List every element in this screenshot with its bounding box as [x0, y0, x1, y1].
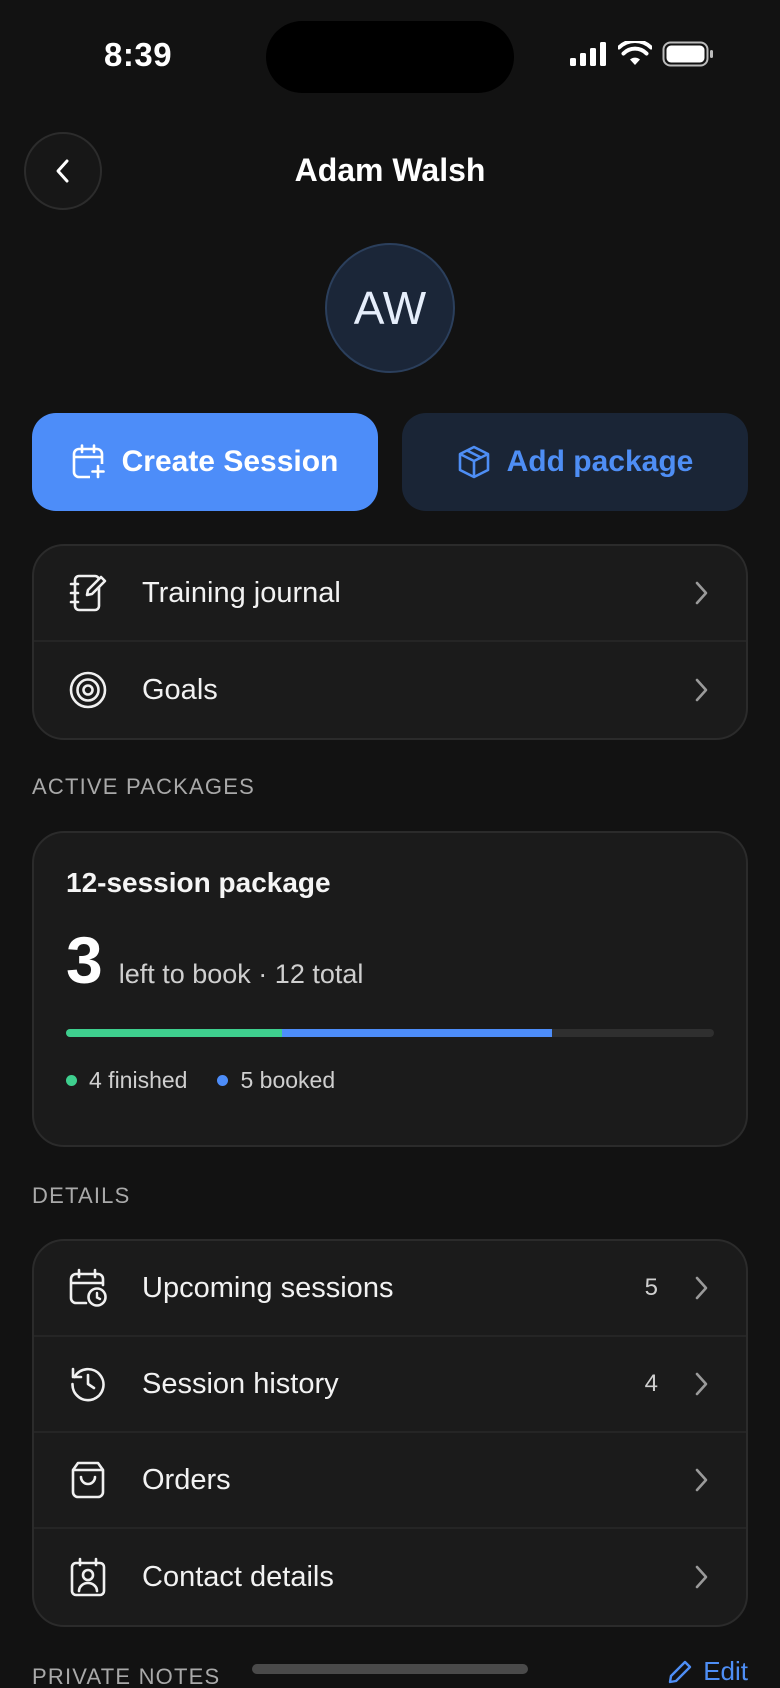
- package-count-row: 3 left to book · 12 total: [66, 927, 714, 993]
- upcoming-sessions-row[interactable]: Upcoming sessions 5: [34, 1241, 746, 1337]
- left-to-book-count: 3: [66, 923, 103, 997]
- contact-card-icon: [68, 1557, 108, 1597]
- chevron-right-icon: [692, 1467, 712, 1493]
- training-journal-row[interactable]: Training journal: [34, 546, 746, 642]
- target-icon: [68, 670, 108, 710]
- status-bar: 8:39: [0, 0, 780, 116]
- contact-details-row[interactable]: Contact details: [34, 1529, 746, 1625]
- add-package-label: Add package: [506, 445, 694, 478]
- package-subtitle: left to book · 12 total: [118, 959, 364, 989]
- quick-links-card: Training journal Goals: [32, 544, 748, 740]
- goals-label: Goals: [142, 673, 218, 706]
- booked-dot: [217, 1075, 229, 1086]
- shopping-bag-icon: [68, 1460, 108, 1500]
- avatar: AW: [325, 243, 455, 373]
- details-heading: DETAILS: [32, 1183, 131, 1208]
- calendar-plus-icon: [72, 444, 106, 480]
- chevron-right-icon: [692, 1371, 712, 1397]
- dynamic-island: [266, 21, 514, 93]
- legend-booked: 5 booked: [217, 1067, 335, 1094]
- progress-booked-segment: [282, 1029, 552, 1037]
- package-progress-bar: [66, 1029, 714, 1037]
- create-session-label: Create Session: [121, 445, 339, 478]
- chevron-right-icon: [692, 1275, 712, 1301]
- package-card[interactable]: 12-session package 3 left to book · 12 t…: [32, 831, 748, 1147]
- orders-label: Orders: [142, 1463, 231, 1496]
- active-packages-heading: ACTIVE PACKAGES: [32, 774, 255, 799]
- session-history-label: Session history: [142, 1367, 339, 1400]
- chevron-right-icon: [692, 1564, 712, 1590]
- status-icons: [570, 41, 714, 67]
- upcoming-sessions-count: 5: [644, 1274, 658, 1301]
- details-card: Upcoming sessions 5 Session history 4 Or…: [32, 1239, 748, 1627]
- session-history-row[interactable]: Session history 4: [34, 1337, 746, 1433]
- upcoming-sessions-label: Upcoming sessions: [142, 1271, 394, 1304]
- package-legend: 4 finished 5 booked: [66, 1067, 714, 1094]
- signal-icon: [570, 42, 606, 66]
- pencil-icon: [668, 1660, 692, 1683]
- legend-finished: 4 finished: [66, 1067, 187, 1094]
- package-icon: [458, 445, 489, 479]
- booked-label: 5 booked: [240, 1067, 336, 1093]
- status-time: 8:39: [104, 36, 173, 73]
- add-package-button[interactable]: Add package: [402, 413, 748, 511]
- wifi-icon: [618, 41, 652, 65]
- private-notes-heading: PRIVATE NOTES: [32, 1664, 221, 1688]
- contact-details-label: Contact details: [142, 1560, 334, 1593]
- finished-label: 4 finished: [89, 1067, 188, 1093]
- goals-row[interactable]: Goals: [34, 642, 746, 738]
- history-icon: [68, 1364, 108, 1404]
- edit-notes-button[interactable]: Edit: [667, 1656, 748, 1687]
- battery-icon: [662, 41, 713, 67]
- edit-label: Edit: [703, 1656, 748, 1686]
- chevron-right-icon: [692, 580, 712, 606]
- avatar-initials: AW: [353, 282, 427, 334]
- session-history-count: 4: [644, 1370, 658, 1397]
- calendar-clock-icon: [68, 1268, 108, 1308]
- chevron-right-icon: [692, 677, 712, 703]
- create-session-button[interactable]: Create Session: [32, 413, 378, 511]
- finished-dot: [66, 1075, 77, 1086]
- package-title: 12-session package: [66, 867, 331, 898]
- progress-finished-segment: [66, 1029, 282, 1037]
- home-indicator: [252, 1664, 528, 1674]
- journal-icon: [68, 573, 108, 613]
- training-journal-label: Training journal: [142, 576, 341, 609]
- page-title: Adam Walsh: [294, 152, 486, 188]
- orders-row[interactable]: Orders: [34, 1433, 746, 1529]
